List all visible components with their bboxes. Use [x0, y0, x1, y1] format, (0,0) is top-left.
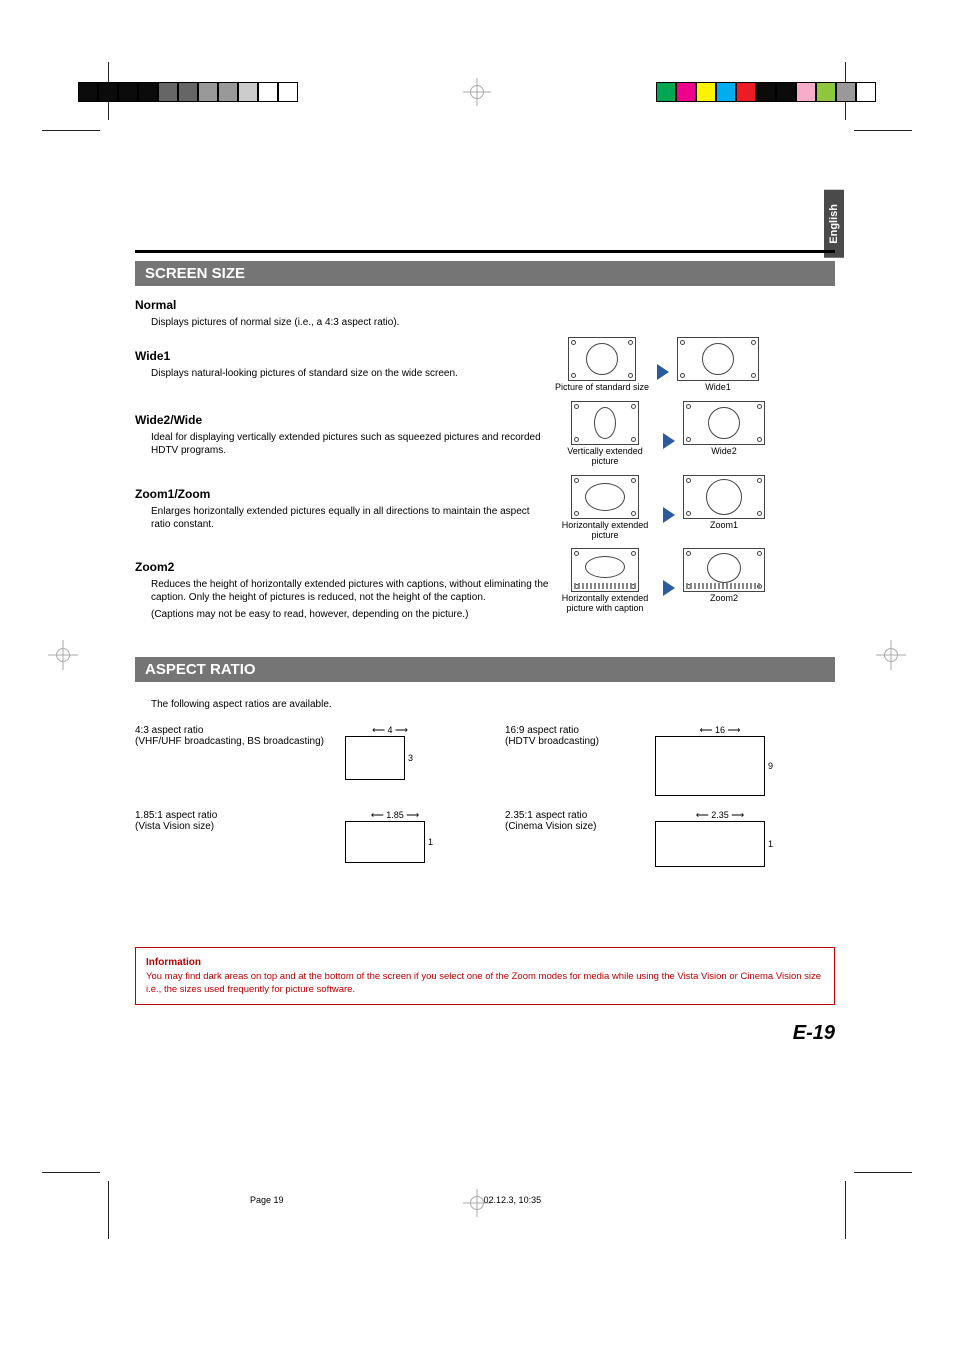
heading-wide2: Wide2/Wide	[135, 413, 555, 427]
row-zoom1: Zoom1/Zoom Enlarges horizontally extende…	[135, 475, 835, 541]
information-heading: Information	[146, 956, 824, 969]
diagram-label: Horizontally extended picture with capti…	[555, 594, 655, 614]
diagram-source: Horizontally extended picture with capti…	[555, 548, 655, 614]
row-wide1: Wide1 Displays natural-looking pictures …	[135, 337, 835, 393]
arrow-right-icon	[657, 364, 669, 380]
diagram-source: Horizontally extended picture	[555, 475, 655, 541]
diagram-source: Vertically extended picture	[555, 401, 655, 467]
diagram-result: Zoom1	[683, 475, 765, 531]
aspect-label: 2.35:1 aspect ratio (Cinema Vision size)	[505, 810, 645, 832]
aspect-label: 4:3 aspect ratio (VHF/UHF broadcasting, …	[135, 725, 335, 747]
section-title-screen-size: SCREEN SIZE	[135, 261, 835, 286]
page-number: E-19	[793, 1022, 835, 1045]
diagram-result: Zoom2	[683, 548, 765, 604]
crop-mark	[854, 1172, 912, 1173]
diagram-label: Wide1	[705, 383, 731, 393]
diagram-result: Wide1	[677, 337, 759, 393]
registration-target-icon	[876, 640, 906, 670]
row-wide2: Wide2/Wide Ideal for displaying vertical…	[135, 401, 835, 467]
diagram-source: Picture of standard size	[555, 337, 649, 393]
text-wide1: Displays natural-looking pictures of sta…	[151, 367, 551, 380]
footer-page: Page 19	[250, 1195, 284, 1205]
arrow-right-icon	[663, 580, 675, 596]
heading-wide1: Wide1	[135, 349, 555, 363]
aspect-row-1: 4:3 aspect ratio (VHF/UHF broadcasting, …	[135, 725, 835, 796]
crop-mark	[854, 130, 912, 131]
information-text: You may find dark areas on top and at th…	[146, 971, 824, 996]
diagram-label: Zoom2	[710, 594, 738, 604]
text-zoom2-b: (Captions may not be easy to read, howev…	[151, 608, 551, 621]
diagram-label: Horizontally extended picture	[555, 521, 655, 541]
diagram-label: Wide2	[711, 447, 737, 457]
diagram-label: Zoom1	[710, 521, 738, 531]
divider	[135, 250, 835, 253]
row-zoom2: Zoom2 Reduces the height of horizontally…	[135, 548, 835, 621]
footer-timestamp: 02.12.3, 10:35	[484, 1195, 542, 1205]
diagram-label: Picture of standard size	[555, 383, 649, 393]
text-wide2: Ideal for displaying vertically extended…	[151, 431, 551, 457]
language-tab: English	[824, 190, 844, 258]
aspect-label: 1.85:1 aspect ratio (Vista Vision size)	[135, 810, 335, 832]
information-box: Information You may find dark areas on t…	[135, 947, 835, 1005]
text-zoom1: Enlarges horizontally extended pictures …	[151, 505, 551, 531]
text-aspect-intro: The following aspect ratios are availabl…	[151, 698, 551, 711]
section-title-aspect-ratio: ASPECT RATIO	[135, 657, 835, 682]
aspect-row-2: 1.85:1 aspect ratio (Vista Vision size) …	[135, 810, 835, 867]
registration-target-icon	[48, 640, 78, 670]
aspect-label: 16:9 aspect ratio (HDTV broadcasting)	[505, 725, 645, 747]
heading-zoom1: Zoom1/Zoom	[135, 487, 555, 501]
footer-meta: Page 19 02.12.3, 10:35	[250, 1195, 541, 1205]
arrow-right-icon	[663, 507, 675, 523]
registration-marks-top	[0, 82, 954, 110]
page-content: SCREEN SIZE Normal Displays pictures of …	[135, 250, 835, 1005]
arrow-right-icon	[663, 433, 675, 449]
heading-zoom2: Zoom2	[135, 560, 555, 574]
crop-mark	[42, 1172, 100, 1173]
registration-target-icon	[463, 78, 491, 106]
crop-mark	[42, 130, 100, 131]
diagram-result: Wide2	[683, 401, 765, 457]
diagram-label: Vertically extended picture	[555, 447, 655, 467]
heading-normal: Normal	[135, 298, 835, 312]
text-normal: Displays pictures of normal size (i.e., …	[151, 316, 551, 329]
text-zoom2-a: Reduces the height of horizontally exten…	[151, 578, 551, 604]
